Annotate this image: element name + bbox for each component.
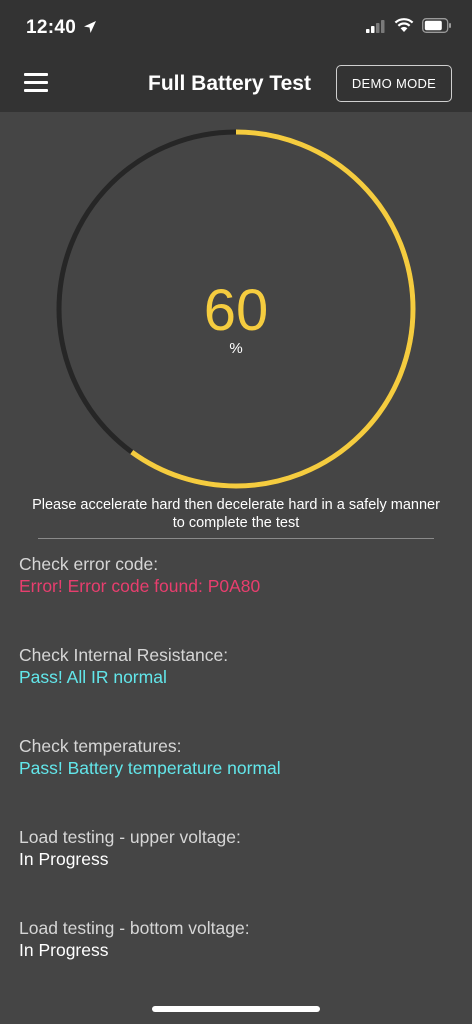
gauge-unit: %: [229, 340, 243, 357]
check-item-bottom-voltage: Load testing - bottom voltage: In Progre…: [19, 917, 459, 961]
test-instructions: Please accelerate hard then decelerate h…: [32, 497, 440, 531]
check-label: Load testing - bottom voltage:: [19, 918, 250, 938]
nav-bar: Full Battery Test DEMO MODE: [0, 58, 472, 112]
divider: [38, 538, 434, 539]
check-result: In Progress: [19, 849, 109, 869]
home-indicator[interactable]: [152, 1006, 320, 1012]
status-bar: 12:40: [0, 0, 472, 58]
check-item-upper-voltage: Load testing - upper voltage: In Progres…: [19, 826, 459, 870]
check-label: Load testing - upper voltage:: [19, 827, 241, 847]
check-result: In Progress: [19, 940, 109, 960]
check-label: Check Internal Resistance:: [19, 645, 229, 665]
check-result: Pass! All IR normal: [19, 667, 167, 687]
page-title: Full Battery Test: [148, 72, 311, 95]
gauge-value: 60: [203, 278, 269, 343]
location-arrow-icon: [84, 21, 96, 33]
check-result: Pass! Battery temperature normal: [19, 758, 281, 778]
check-item-error-code: Check error code: Error! Error code foun…: [19, 553, 459, 597]
check-label: Check error code:: [19, 554, 159, 574]
check-item-temperatures: Check temperatures: Pass! Battery temper…: [19, 735, 459, 779]
battery-icon: [422, 18, 451, 33]
demo-mode-button[interactable]: DEMO MODE: [336, 65, 452, 102]
status-time: 12:40: [26, 17, 77, 38]
check-label: Check temperatures:: [19, 736, 182, 756]
signal-icon: [366, 19, 385, 33]
check-result: Error! Error code found: P0A80: [19, 576, 261, 596]
check-item-internal-resistance: Check Internal Resistance: Pass! All IR …: [19, 644, 459, 688]
status-icons: [366, 18, 452, 33]
hamburger-menu-icon[interactable]: [24, 73, 48, 93]
wifi-icon: [394, 18, 414, 32]
